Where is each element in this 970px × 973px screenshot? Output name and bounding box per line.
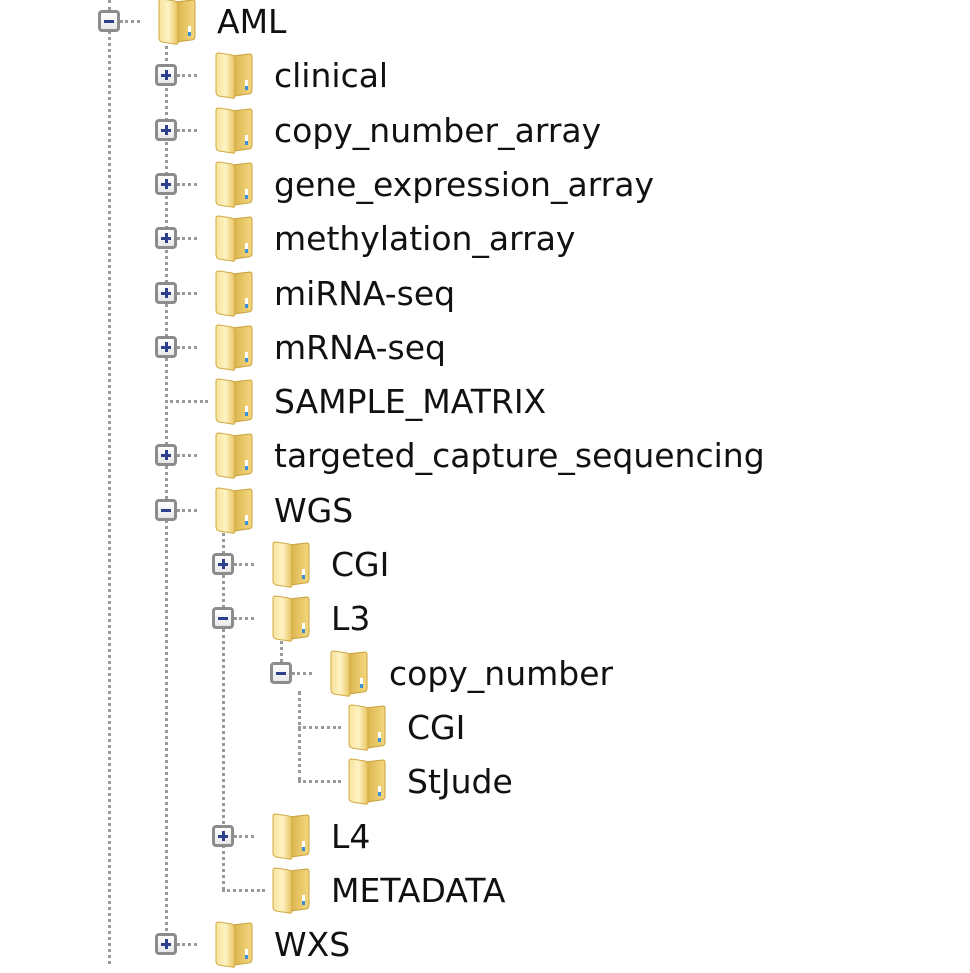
collapse-toggle-button[interactable] — [212, 607, 234, 630]
tree-node[interactable]: METADATA — [0, 865, 970, 919]
expand-toggle-button[interactable] — [155, 281, 177, 304]
tree-node-label[interactable]: miRNA-seq — [274, 274, 455, 314]
tree-node-label[interactable]: clinical — [274, 56, 388, 96]
tree-node[interactable]: L3 — [0, 593, 970, 647]
folder-icon — [269, 595, 311, 643]
expand-toggle-button[interactable] — [155, 172, 177, 195]
tree-node[interactable]: copy_number — [0, 648, 970, 702]
tree-node-label[interactable]: targeted_capture_sequencing — [274, 436, 765, 476]
folder-icon — [212, 432, 254, 480]
tree-node-label[interactable]: copy_number_array — [274, 111, 601, 151]
tree-node-label[interactable]: L4 — [331, 817, 370, 857]
folder-icon — [212, 921, 254, 969]
folder-icon — [212, 52, 254, 100]
folder-icon — [269, 813, 311, 861]
expand-toggle-button[interactable] — [155, 64, 177, 87]
tree-node[interactable]: L4 — [0, 811, 970, 865]
expand-toggle-button[interactable] — [155, 444, 177, 467]
tree-node[interactable]: SAMPLE_MATRIX — [0, 376, 970, 430]
collapse-toggle-button[interactable] — [98, 10, 120, 32]
tree-connector-line — [292, 671, 312, 675]
tree-connector-line — [177, 291, 197, 295]
folder-icon — [269, 541, 311, 589]
expand-toggle-button[interactable] — [155, 933, 177, 956]
folder-icon — [345, 758, 387, 806]
tree-node[interactable]: targeted_capture_sequencing — [0, 430, 970, 484]
expand-toggle-button[interactable] — [155, 335, 177, 358]
folder-icon — [212, 270, 254, 318]
folder-icon — [155, 0, 197, 46]
folder-icon — [212, 487, 254, 535]
collapse-toggle-button[interactable] — [270, 661, 292, 684]
tree-connector-line — [298, 725, 341, 729]
expand-toggle-button[interactable] — [212, 824, 234, 847]
tree-node[interactable]: CGI — [0, 702, 970, 756]
tree-node-label[interactable]: copy_number — [389, 654, 613, 694]
tree-node[interactable]: AML — [0, 0, 970, 50]
tree-node-label[interactable]: L3 — [331, 599, 370, 639]
tree-node-label[interactable]: CGI — [407, 708, 465, 748]
collapse-toggle-button[interactable] — [155, 498, 177, 521]
expand-toggle-button[interactable] — [155, 118, 177, 141]
tree-node[interactable]: mRNA-seq — [0, 322, 970, 376]
tree-connector-line — [298, 780, 341, 784]
tree-node-label[interactable]: SAMPLE_MATRIX — [274, 382, 546, 422]
tree-connector-line — [234, 563, 254, 566]
tree-connector-line — [177, 182, 197, 186]
tree-connector-line — [177, 454, 197, 458]
tree-node-label[interactable]: mRNA-seq — [274, 328, 446, 368]
tree-node[interactable]: StJude — [0, 756, 970, 810]
tree-connector-line — [222, 888, 265, 892]
tree-connector-line — [177, 508, 197, 512]
tree-connector-line — [177, 943, 197, 947]
tree-node-label[interactable]: WGS — [274, 491, 353, 531]
tree-connector-line — [177, 237, 197, 241]
tree-node-label[interactable]: METADATA — [331, 871, 506, 911]
tree-connector-line — [165, 400, 208, 404]
folder-icon — [269, 867, 311, 915]
tree-node[interactable]: copy_number_array — [0, 105, 970, 159]
folder-icon — [212, 324, 254, 372]
tree-node[interactable]: gene_expression_array — [0, 159, 970, 213]
tree-node[interactable]: WGS — [0, 485, 970, 539]
tree-node-label[interactable]: gene_expression_array — [274, 165, 654, 205]
folder-icon — [345, 704, 387, 752]
folder-icon — [212, 161, 254, 209]
tree-connector-line — [177, 345, 197, 349]
expand-toggle-button[interactable] — [212, 553, 234, 575]
tree-connector-line — [120, 20, 140, 23]
expand-toggle-button[interactable] — [155, 227, 177, 250]
tree-node[interactable]: methylation_array — [0, 213, 970, 267]
tree-connector-line — [234, 617, 254, 621]
tree-node[interactable]: miRNA-seq — [0, 268, 970, 322]
tree-node-label[interactable]: WXS — [274, 925, 350, 965]
tree-node[interactable]: CGI — [0, 539, 970, 593]
tree-connector-line — [177, 128, 197, 132]
tree-node[interactable]: WXS — [0, 919, 970, 973]
tree-node-label[interactable]: CGI — [331, 545, 389, 585]
tree-node[interactable]: clinical — [0, 50, 970, 104]
tree-node-label[interactable]: methylation_array — [274, 219, 575, 259]
tree-node-label[interactable]: StJude — [407, 762, 513, 802]
folder-icon — [212, 378, 254, 426]
tree-node-label[interactable]: AML — [217, 2, 286, 42]
folder-icon — [212, 215, 254, 263]
folder-icon — [212, 107, 254, 155]
folder-icon — [327, 650, 369, 698]
tree-connector-line — [234, 834, 254, 838]
tree-connector-line — [177, 74, 197, 78]
